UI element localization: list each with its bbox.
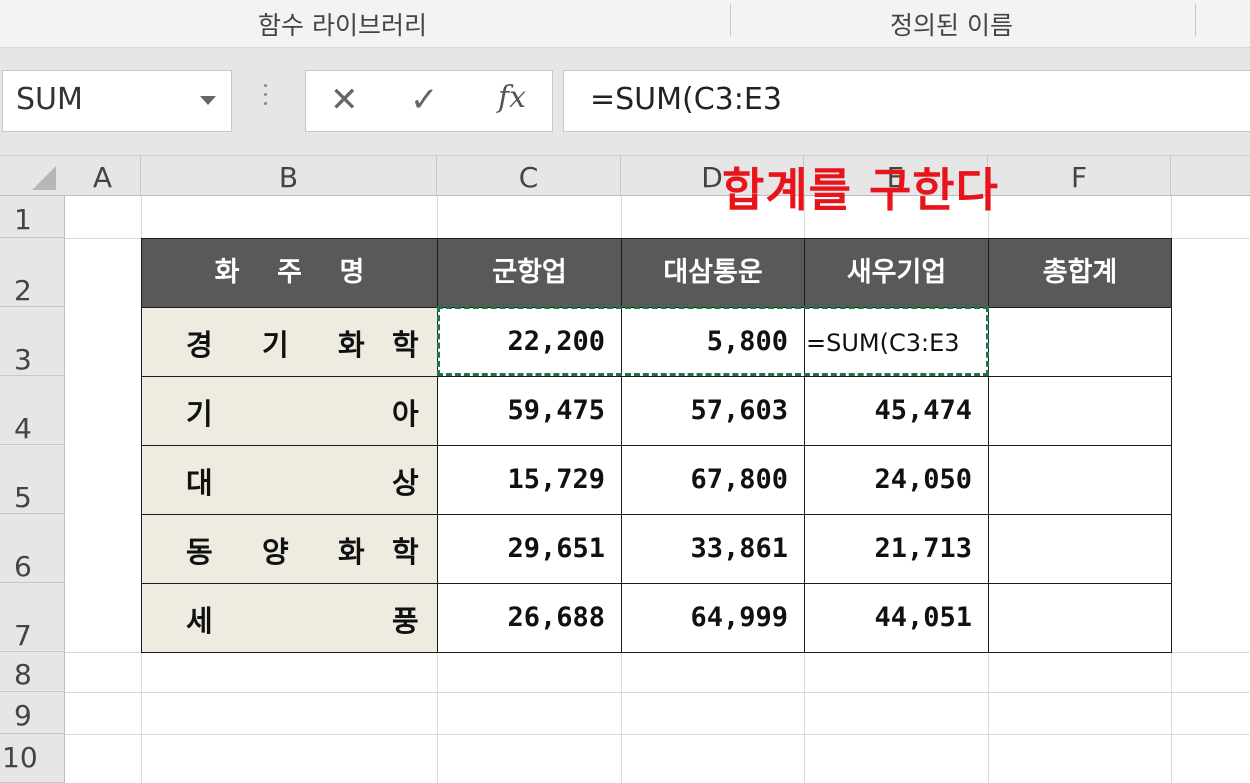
ribbon-group-bar bbox=[0, 0, 1250, 48]
company-char: 아 bbox=[392, 397, 419, 431]
row-header-10[interactable]: 10 bbox=[0, 734, 65, 783]
table-cell[interactable]: 67,800 bbox=[621, 445, 805, 515]
formula-input-value: =SUM(C3:E3 bbox=[590, 82, 782, 117]
company-cell[interactable]: 기 아 bbox=[141, 376, 438, 446]
ribbon-separator bbox=[1195, 4, 1196, 36]
column-header-f[interactable]: F bbox=[988, 156, 1171, 196]
row-header-5[interactable]: 5 bbox=[0, 445, 65, 514]
company-char: 양 bbox=[262, 535, 289, 569]
company-cell[interactable]: 대 상 bbox=[141, 445, 438, 515]
company-char: 기 bbox=[262, 328, 289, 362]
row-header-9[interactable]: 9 bbox=[0, 692, 65, 734]
company-cell[interactable]: 동 양 화 학 bbox=[141, 514, 438, 584]
table-header-company[interactable]: 화 주 명 bbox=[141, 238, 438, 308]
annotation-callout: 합계를 구한다 bbox=[722, 163, 999, 217]
row-header-6[interactable]: 6 bbox=[0, 514, 65, 583]
company-char: 화 bbox=[338, 535, 365, 569]
table-cell[interactable]: 59,475 bbox=[437, 376, 622, 446]
chevron-down-icon[interactable] bbox=[200, 96, 216, 105]
table-cell[interactable]: 45,474 bbox=[804, 376, 989, 446]
row-header-3[interactable]: 3 bbox=[0, 307, 65, 376]
table-cell[interactable]: 33,861 bbox=[621, 514, 805, 584]
table-header-d[interactable]: 대삼통운 bbox=[621, 238, 805, 308]
table-cell[interactable]: 44,051 bbox=[804, 583, 989, 653]
table-header-total[interactable]: 총합계 bbox=[988, 238, 1172, 308]
table-cell[interactable]: 64,999 bbox=[621, 583, 805, 653]
row-header-2[interactable]: 2 bbox=[0, 238, 65, 307]
total-cell[interactable] bbox=[988, 307, 1172, 377]
ribbon-group-function-library[interactable]: 함수 라이브러리 bbox=[258, 6, 427, 42]
company-char: 기 bbox=[186, 397, 213, 431]
total-cell[interactable] bbox=[988, 514, 1172, 584]
name-box-value: SUM bbox=[16, 82, 83, 117]
company-char: 동 bbox=[186, 535, 213, 569]
table-cell[interactable]: 15,729 bbox=[437, 445, 622, 515]
total-cell[interactable] bbox=[988, 583, 1172, 653]
column-header-b[interactable]: B bbox=[141, 156, 437, 196]
company-char: 학 bbox=[392, 535, 419, 569]
company-cell[interactable]: 세 풍 bbox=[141, 583, 438, 653]
row-header-1[interactable]: 1 bbox=[0, 196, 65, 238]
company-cell[interactable]: 경 기 화 학 bbox=[141, 307, 438, 377]
select-all-icon[interactable] bbox=[32, 166, 56, 190]
company-char: 학 bbox=[392, 328, 419, 362]
gridline bbox=[65, 692, 1250, 693]
column-header-a[interactable]: A bbox=[65, 156, 141, 196]
enter-icon[interactable]: ✓ bbox=[410, 80, 439, 120]
cancel-icon[interactable]: ✕ bbox=[330, 80, 359, 120]
range-marquee bbox=[437, 306, 989, 376]
company-char: 상 bbox=[392, 466, 419, 500]
company-char: 화 bbox=[338, 328, 365, 362]
table-cell[interactable]: 26,688 bbox=[437, 583, 622, 653]
gridline bbox=[65, 734, 1250, 735]
total-cell[interactable] bbox=[988, 376, 1172, 446]
ribbon-group-defined-names[interactable]: 정의된 이름 bbox=[890, 6, 1013, 42]
ribbon-separator bbox=[730, 4, 731, 36]
company-char: 경 bbox=[186, 328, 213, 362]
company-char: 대 bbox=[186, 466, 213, 500]
table-cell[interactable]: 57,603 bbox=[621, 376, 805, 446]
table-cell[interactable]: 21,713 bbox=[804, 514, 989, 584]
total-cell[interactable] bbox=[988, 445, 1172, 515]
company-char: 세 bbox=[186, 604, 213, 638]
table-header-c[interactable]: 군항업 bbox=[437, 238, 622, 308]
table-cell[interactable]: 29,651 bbox=[437, 514, 622, 584]
column-header-c[interactable]: C bbox=[437, 156, 621, 196]
row-header-8[interactable]: 8 bbox=[0, 652, 65, 692]
row-header-7[interactable]: 7 bbox=[0, 583, 65, 652]
company-char: 풍 bbox=[392, 604, 419, 638]
drag-handle-icon[interactable] bbox=[262, 84, 268, 114]
table-cell[interactable]: 24,050 bbox=[804, 445, 989, 515]
table-header-e[interactable]: 새우기업 bbox=[804, 238, 989, 308]
row-header-4[interactable]: 4 bbox=[0, 376, 65, 445]
insert-function-icon[interactable]: fx bbox=[498, 80, 526, 115]
